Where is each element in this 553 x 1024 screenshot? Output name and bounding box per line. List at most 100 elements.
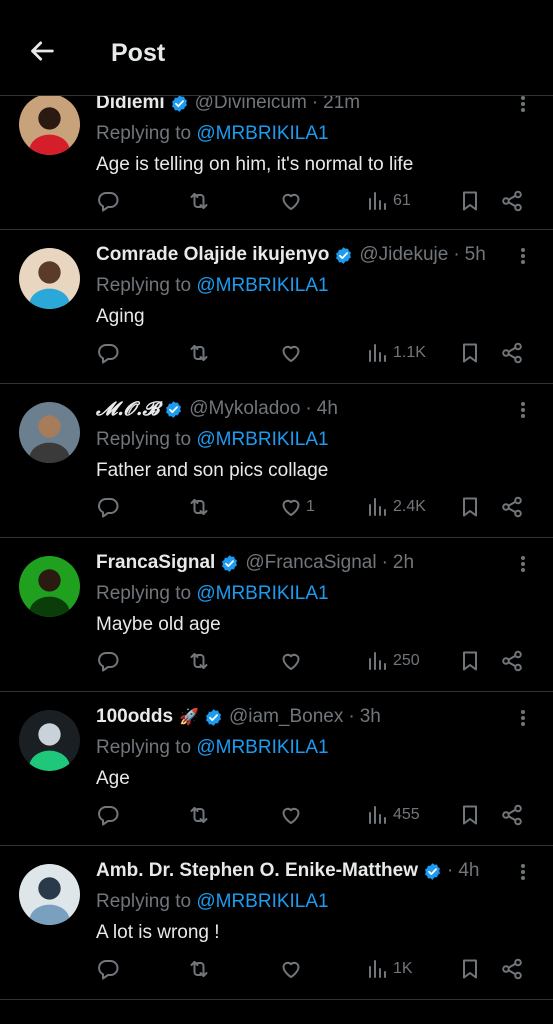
share-button[interactable] — [500, 802, 524, 828]
reply-button[interactable] — [96, 340, 120, 366]
avatar[interactable] — [19, 248, 80, 309]
repost-button[interactable] — [187, 648, 211, 674]
replying-to: Replying to @MRBRIKILA1 — [96, 121, 533, 147]
views-button[interactable]: 1.1K — [366, 340, 426, 366]
bookmark-button[interactable] — [458, 340, 482, 366]
views-button[interactable]: 250 — [366, 648, 420, 674]
timestamp[interactable]: 3h — [360, 706, 381, 728]
reply-button[interactable] — [96, 802, 120, 828]
reply-body: Amb. Dr. Stephen O. Enike-Matthew · 4h R… — [96, 858, 533, 946]
display-name[interactable]: Comrade Olajide ikujenyo — [96, 244, 329, 266]
bookmark-button[interactable] — [458, 648, 482, 674]
reply-item[interactable]: Amb. Dr. Stephen O. Enike-Matthew · 4h R… — [0, 846, 553, 1000]
handle[interactable]: @Mykoladoo — [189, 398, 300, 420]
like-button[interactable] — [279, 648, 303, 674]
author-line: FrancaSignal @FrancaSignal · 2h — [96, 550, 533, 576]
action-bar: 250 — [96, 648, 536, 674]
separator-dot: · — [381, 552, 388, 573]
replying-to: Replying to @MRBRIKILA1 — [96, 889, 533, 915]
handle[interactable]: @FrancaSignal — [245, 552, 376, 574]
mention-link[interactable]: @MRBRIKILA1 — [196, 583, 328, 604]
display-name[interactable]: 100odds — [96, 706, 173, 728]
more-options-button[interactable] — [513, 244, 533, 268]
handle[interactable]: @iam_Bonex — [229, 706, 343, 728]
bookmark-icon — [463, 651, 477, 671]
reply-text: Father and son pics collage — [96, 460, 329, 481]
comment-icon — [98, 960, 119, 980]
mention-link[interactable]: @MRBRIKILA1 — [196, 123, 328, 144]
share-button[interactable] — [500, 494, 524, 520]
reply-item[interactable]: FrancaSignal @FrancaSignal · 2h Replying… — [0, 538, 553, 692]
share-button[interactable] — [500, 648, 524, 674]
reply-body: FrancaSignal @FrancaSignal · 2h Replying… — [96, 550, 533, 638]
mention-link[interactable]: @MRBRIKILA1 — [196, 891, 328, 912]
reply-item[interactable]: Didiemi @Divineicum · 21m Replying to @M… — [0, 80, 553, 230]
like-button[interactable] — [279, 340, 303, 366]
timestamp[interactable]: 4h — [458, 860, 479, 882]
reply-button[interactable] — [96, 494, 120, 520]
bookmark-icon — [463, 959, 477, 979]
share-button[interactable] — [500, 188, 524, 214]
more-options-button[interactable] — [513, 860, 533, 884]
avatar[interactable] — [19, 864, 80, 925]
views-button[interactable]: 1K — [366, 956, 413, 982]
bookmark-icon — [463, 497, 477, 517]
avatar[interactable] — [19, 710, 80, 771]
share-icon — [502, 342, 522, 364]
mention-link[interactable]: @MRBRIKILA1 — [196, 275, 328, 296]
avatar[interactable] — [19, 94, 80, 155]
like-button[interactable] — [279, 802, 303, 828]
reply-button[interactable] — [96, 188, 120, 214]
action-bar: 61 — [96, 188, 536, 214]
like-button[interactable] — [279, 188, 303, 214]
more-options-button[interactable] — [513, 706, 533, 730]
display-name[interactable]: 𝓜.𝓞.𝓑 — [96, 398, 159, 420]
mention-link[interactable]: @MRBRIKILA1 — [196, 429, 328, 450]
share-button[interactable] — [500, 340, 524, 366]
repost-button[interactable] — [187, 494, 211, 520]
bookmark-button[interactable] — [458, 956, 482, 982]
more-options-button[interactable] — [513, 398, 533, 422]
back-button[interactable] — [28, 36, 58, 66]
replying-to-label: Replying to — [96, 583, 192, 604]
action-bar: 1 2.4K — [96, 494, 536, 520]
replying-to-label: Replying to — [96, 275, 192, 296]
repost-button[interactable] — [187, 802, 211, 828]
display-name[interactable]: Amb. Dr. Stephen O. Enike-Matthew — [96, 860, 418, 882]
repost-button[interactable] — [187, 188, 211, 214]
like-button[interactable] — [279, 956, 303, 982]
timestamp[interactable]: 2h — [393, 552, 414, 574]
reply-item[interactable]: 100odds 🚀 @iam_Bonex · 3h Replying to @M… — [0, 692, 553, 846]
bookmark-button[interactable] — [458, 494, 482, 520]
timestamp[interactable]: 5h — [465, 244, 486, 266]
avatar[interactable] — [19, 402, 80, 463]
more-options-button[interactable] — [513, 552, 533, 576]
reply-text: Age is telling on him, it's normal to li… — [96, 154, 414, 175]
verified-badge-icon — [166, 400, 182, 418]
display-name[interactable]: FrancaSignal — [96, 552, 215, 574]
reply-item[interactable]: 𝓜.𝓞.𝓑 @Mykoladoo · 4h Replying to @MRBRI… — [0, 384, 553, 538]
verified-badge-icon — [336, 246, 352, 264]
repost-button[interactable] — [187, 340, 211, 366]
like-button[interactable]: 1 — [279, 494, 315, 520]
timestamp[interactable]: 4h — [317, 398, 338, 420]
share-button[interactable] — [500, 956, 524, 982]
reply-body: Didiemi @Divineicum · 21m Replying to @M… — [96, 90, 533, 178]
avatar[interactable] — [19, 556, 80, 617]
view-count: 455 — [393, 806, 420, 823]
bookmark-button[interactable] — [458, 802, 482, 828]
handle[interactable]: @Jidekuje — [359, 244, 448, 266]
views-chart-icon — [369, 192, 386, 210]
reply-button[interactable] — [96, 956, 120, 982]
views-chart-icon — [369, 652, 386, 670]
views-button[interactable]: 455 — [366, 802, 420, 828]
reply-button[interactable] — [96, 648, 120, 674]
repost-button[interactable] — [187, 956, 211, 982]
reply-item[interactable]: Comrade Olajide ikujenyo @Jidekuje · 5h … — [0, 230, 553, 384]
views-button[interactable]: 2.4K — [366, 494, 426, 520]
mention-link[interactable]: @MRBRIKILA1 — [196, 737, 328, 758]
repost-icon — [190, 345, 208, 361]
bookmark-button[interactable] — [458, 188, 482, 214]
author-line: Comrade Olajide ikujenyo @Jidekuje · 5h — [96, 242, 533, 268]
views-button[interactable]: 61 — [366, 188, 411, 214]
